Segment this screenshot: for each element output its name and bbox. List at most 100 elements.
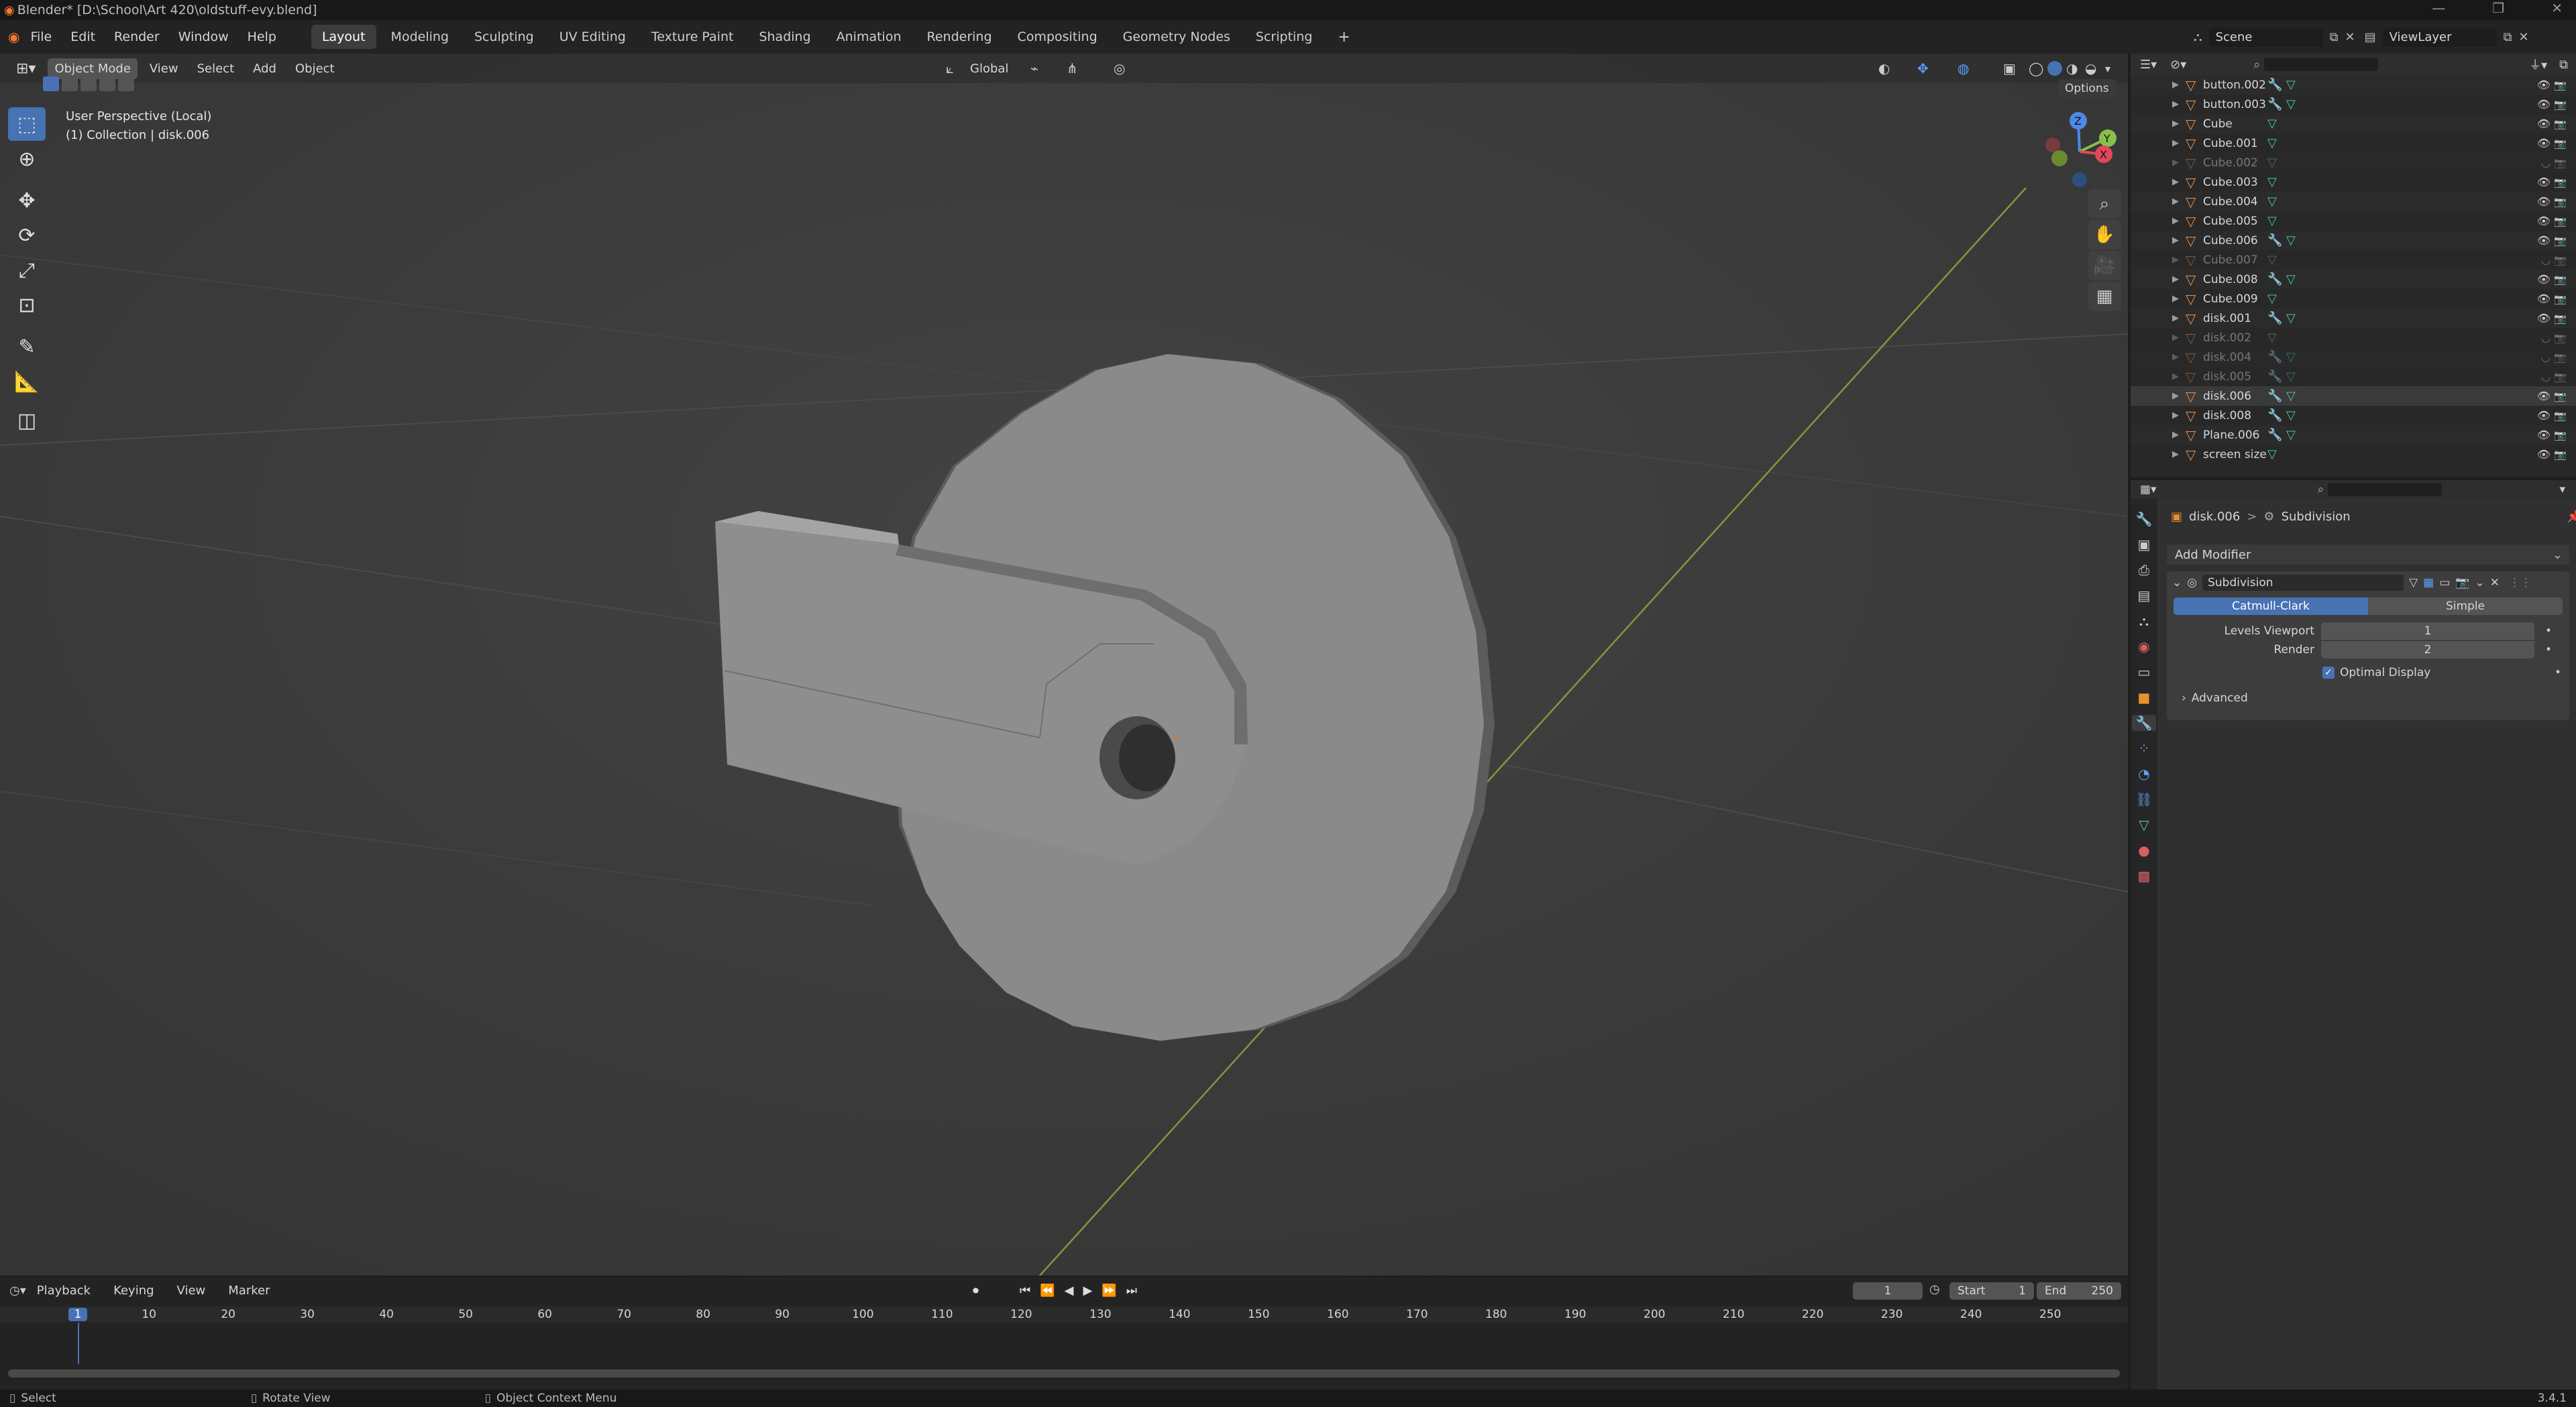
wrench-icon[interactable]: 🔧 xyxy=(2267,350,2286,364)
outliner-row[interactable]: ▶ ▽ disk.001 🔧 ▽ 👁 📷 xyxy=(2131,308,2576,328)
outliner-row[interactable]: ▶ ▽ disk.006 🔧 ▽ 👁 📷 xyxy=(2131,386,2576,406)
move-tool-icon[interactable]: ✥ xyxy=(8,184,46,217)
keyframe-dot-icon[interactable]: • xyxy=(2545,643,2552,657)
expand-arrow-icon[interactable]: ▶ xyxy=(2172,313,2186,323)
properties-editor-icon[interactable]: ▦▾ xyxy=(2140,483,2157,496)
outliner-row[interactable]: ▶ ▽ disk.008 🔧 ▽ 👁 📷 xyxy=(2131,406,2576,425)
mode-selector[interactable]: Object Mode xyxy=(48,58,138,79)
mesh-data-icon[interactable]: ▽ xyxy=(2267,156,2288,170)
eye-icon[interactable]: 👁 xyxy=(2537,98,2551,111)
expand-arrow-icon[interactable]: ▶ xyxy=(2172,430,2186,440)
menu-help[interactable]: Help xyxy=(248,30,276,44)
scene-tab-icon[interactable]: ⛬ xyxy=(2139,613,2149,629)
expand-arrow-icon[interactable]: ▶ xyxy=(2172,391,2186,401)
object-tab-icon[interactable]: ■ xyxy=(2138,689,2151,706)
3d-viewport[interactable] xyxy=(0,54,2128,1276)
wrench-icon[interactable]: 🔧 xyxy=(2267,233,2286,247)
expand-arrow-icon[interactable]: ▶ xyxy=(2172,372,2186,382)
outliner-row[interactable]: ▶ ▽ Cube.007 ▽ ◡ 📷 xyxy=(2131,250,2576,270)
add-modifier-button[interactable]: Add Modifier ⌄ xyxy=(2167,545,2569,565)
edit-mode-toggle-icon[interactable]: ▽ xyxy=(2409,576,2418,589)
outliner-row[interactable]: ▶ ▽ disk.004 🔧 ▽ ◡ 📷 xyxy=(2131,347,2576,367)
tab-layout[interactable]: Layout xyxy=(311,25,376,49)
mesh-data-icon[interactable]: ▽ xyxy=(2267,175,2288,189)
measure-tool-icon[interactable]: 📐 xyxy=(8,365,46,398)
expand-arrow-icon[interactable]: ▶ xyxy=(2172,449,2186,459)
tab-scripting[interactable]: Scripting xyxy=(1245,25,1324,49)
tab-modeling[interactable]: Modeling xyxy=(380,25,460,49)
mesh-data-icon[interactable]: ▽ xyxy=(2286,97,2306,111)
camera-icon[interactable]: 📷 xyxy=(2554,196,2567,208)
expand-arrow-icon[interactable]: ▶ xyxy=(2172,158,2186,168)
preview-range-icon[interactable]: ◷ xyxy=(1929,1282,1940,1296)
prev-keyframe-icon[interactable]: ⏪ xyxy=(1040,1284,1055,1298)
select-intersect-icon[interactable] xyxy=(118,76,134,91)
xray-toggle-icon[interactable]: ▣ xyxy=(2003,60,2016,76)
menu-select[interactable]: Select xyxy=(191,58,241,79)
expand-arrow-icon[interactable]: ▶ xyxy=(2172,196,2186,207)
tab-sculpting[interactable]: Sculpting xyxy=(464,25,545,49)
mesh-data-icon[interactable]: ▽ xyxy=(2267,136,2288,150)
view-layer-tab-icon[interactable]: ▤ xyxy=(2138,587,2151,604)
tab-texture-paint[interactable]: Texture Paint xyxy=(641,25,745,49)
eye-icon[interactable]: 👁 xyxy=(2537,409,2551,422)
camera-icon[interactable]: 📷 xyxy=(2554,429,2567,441)
properties-search-icon[interactable]: ⌕ xyxy=(2318,483,2324,496)
modifier-name-input[interactable]: Subdivision xyxy=(2202,575,2404,591)
outliner-row[interactable]: ▶ ▽ Cube.006 🔧 ▽ 👁 📷 xyxy=(2131,231,2576,250)
render-tab-icon[interactable]: ▣ xyxy=(2138,537,2151,553)
visibility-icon[interactable]: ◐ xyxy=(1878,60,1890,76)
outliner-row[interactable]: ▶ ▽ Cube.005 ▽ 👁 📷 xyxy=(2131,211,2576,231)
camera-icon[interactable]: 📷 xyxy=(2554,390,2567,402)
camera-icon[interactable]: 📷 xyxy=(2554,215,2567,227)
overlay-toggle-icon[interactable]: ◍ xyxy=(1957,60,1969,76)
tab-compositing[interactable]: Compositing xyxy=(1007,25,1108,49)
camera-icon[interactable]: 📷 xyxy=(2554,293,2567,305)
shading-rendered-icon[interactable]: ◒ xyxy=(2085,60,2096,76)
tab-shading[interactable]: Shading xyxy=(748,25,821,49)
cursor-tool-icon[interactable]: ⊕ xyxy=(8,142,46,176)
outliner-row[interactable]: ▶ ▽ disk.005 🔧 ▽ ◡ 📷 xyxy=(2131,367,2576,386)
menu-keying[interactable]: Keying xyxy=(107,1280,160,1301)
mesh-data-icon[interactable]: ▽ xyxy=(2267,292,2288,306)
mesh-data-icon[interactable]: ▽ xyxy=(2286,428,2306,442)
outliner-row[interactable]: ▶ ▽ Cube.004 ▽ 👁 📷 xyxy=(2131,192,2576,211)
menu-window[interactable]: Window xyxy=(178,30,229,44)
properties-search-input[interactable] xyxy=(2328,483,2443,496)
next-keyframe-icon[interactable]: ⏩ xyxy=(1102,1284,1116,1298)
outliner-row[interactable]: ▶ ▽ screen size ▽ 👁 📷 xyxy=(2131,445,2576,464)
properties-options-icon[interactable]: ▾ xyxy=(2559,483,2565,496)
mesh-data-icon[interactable]: ▽ xyxy=(2267,447,2288,461)
wrench-icon[interactable]: 🔧 xyxy=(2267,370,2286,384)
minimize-icon[interactable]: — xyxy=(2432,0,2445,16)
keyframe-dot-icon[interactable]: • xyxy=(2555,666,2561,679)
outliner-row[interactable]: ▶ ▽ disk.002 ▽ ◡ 📷 xyxy=(2131,328,2576,347)
select-new-icon[interactable] xyxy=(43,76,59,91)
viewport-toggle-icon[interactable]: ▭ xyxy=(2439,576,2450,589)
mesh-data-icon[interactable]: ▽ xyxy=(2286,408,2306,423)
select-box-tool-icon[interactable]: ⬚ xyxy=(8,107,46,141)
camera-icon[interactable]: 📷 xyxy=(2554,99,2567,111)
outliner-row[interactable]: ▶ ▽ button.003 🔧 ▽ 👁 📷 xyxy=(2131,95,2576,114)
camera-icon[interactable]: 📷 xyxy=(2554,410,2567,422)
outliner-search-input[interactable] xyxy=(2264,58,2379,71)
select-extend-icon[interactable] xyxy=(62,76,78,91)
wrench-icon[interactable]: 🔧 xyxy=(2267,311,2286,325)
eye-icon[interactable]: ◡ xyxy=(2541,351,2551,363)
mesh-data-icon[interactable]: ▽ xyxy=(2267,214,2288,228)
frame-ruler[interactable]: 1 10 20 30 40 50 60 70 80 90 100 110 120 130 140 150 160… xyxy=(0,1306,2128,1322)
select-invert-icon[interactable] xyxy=(99,76,115,91)
navigation-gizmo[interactable]: Z Y X xyxy=(2033,105,2127,199)
mesh-data-icon[interactable]: ▽ xyxy=(2286,370,2306,384)
eye-icon[interactable]: 👁 xyxy=(2537,312,2551,325)
eye-icon[interactable]: 👁 xyxy=(2537,215,2551,227)
mesh-data-icon[interactable]: ▽ xyxy=(2286,272,2306,286)
view-layer-new-icon[interactable]: ⧉ xyxy=(2504,30,2512,44)
menu-timeline-view[interactable]: View xyxy=(170,1280,213,1301)
rotate-tool-icon[interactable]: ⟳ xyxy=(8,219,46,252)
physics-tab-icon[interactable]: ◔ xyxy=(2138,766,2149,782)
camera-icon[interactable]: 📷 xyxy=(2554,351,2567,363)
start-frame-field[interactable]: Start 1 xyxy=(1949,1282,2034,1300)
mesh-data-icon[interactable]: ▽ xyxy=(2286,233,2306,247)
restore-icon[interactable]: ❐ xyxy=(2492,0,2504,16)
